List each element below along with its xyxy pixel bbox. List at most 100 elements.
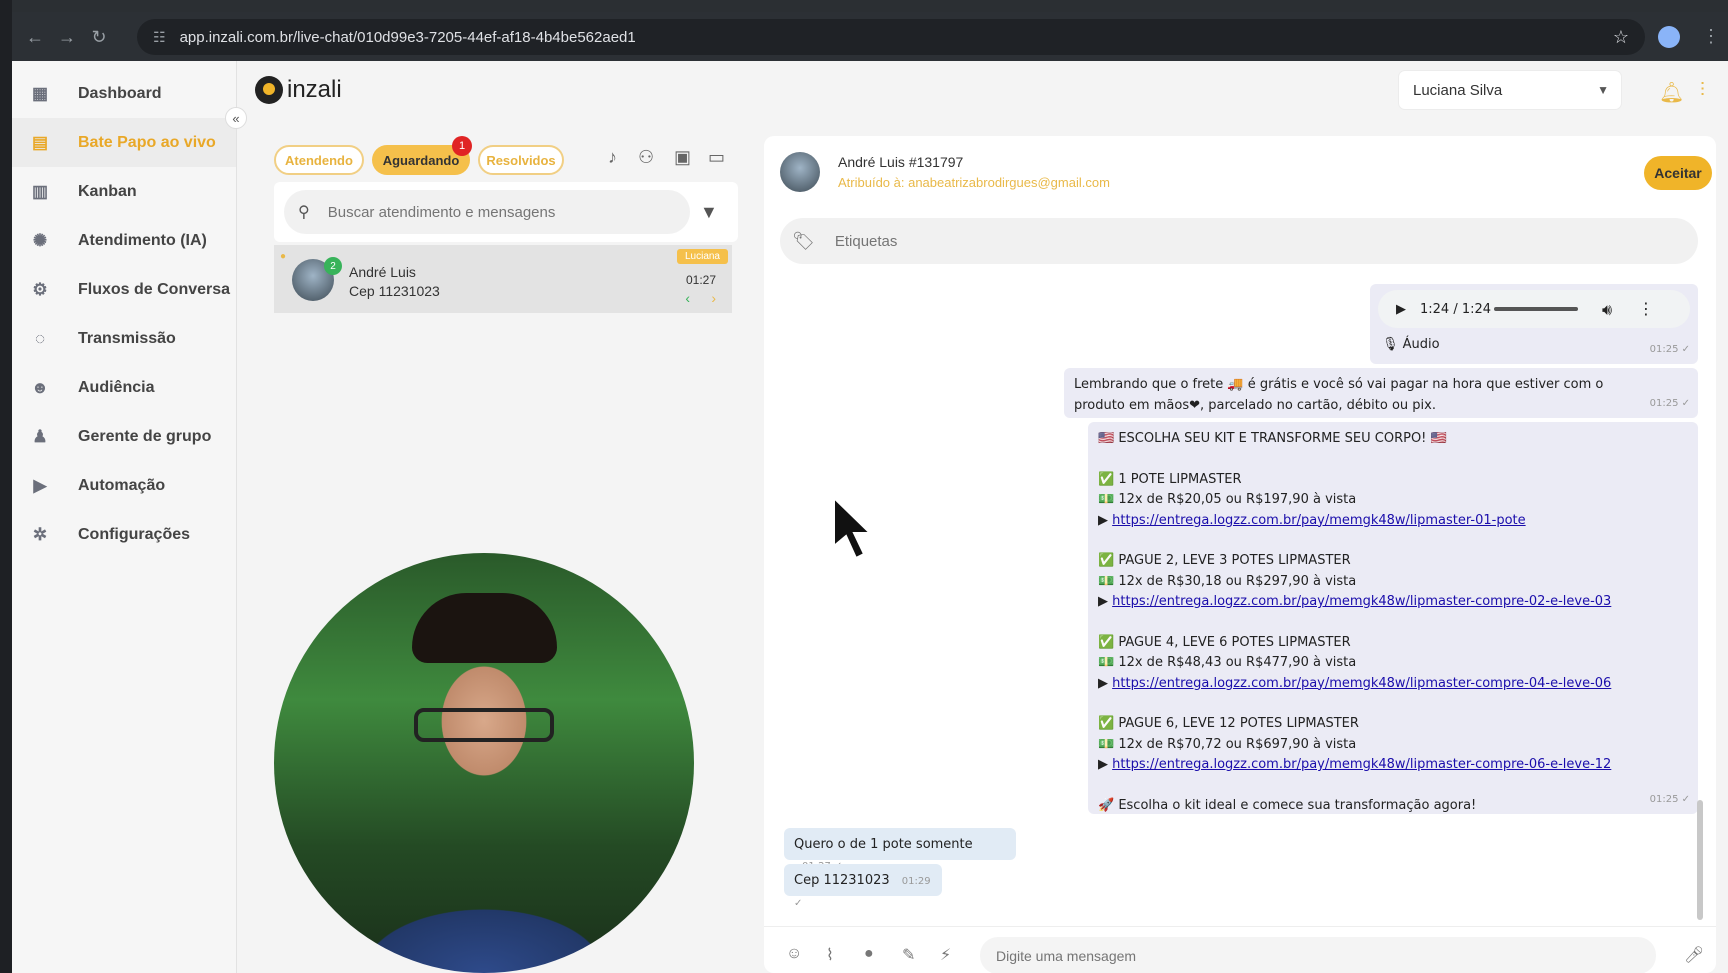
audio-player[interactable]: ▶ 1:24 / 1:24 🔊︎ ⋮ bbox=[1378, 290, 1690, 328]
chevron-right-icon[interactable]: › bbox=[711, 290, 716, 306]
message-text: Quero o de 1 pote somente bbox=[794, 837, 973, 852]
sidebar-item-label: Audiência bbox=[78, 378, 155, 396]
waiting-count-badge: 1 bbox=[452, 136, 472, 156]
sidebar-item-label: Configurações bbox=[78, 525, 191, 543]
message-bubble-incoming: Cep 11231023 01:29 ✓ bbox=[784, 864, 942, 909]
chevron-left-icon[interactable]: ‹ bbox=[685, 290, 690, 306]
message-composer: ☺ ⌇ ● ✎ ⚡︎ 🎤︎ bbox=[764, 926, 1716, 973]
add-contact-icon[interactable]: ⚇ bbox=[638, 147, 654, 168]
browser-toolbar: ← → ↻ ☷ app.inzali.com.br/live-chat/010d… bbox=[12, 12, 1728, 61]
volume-icon[interactable]: 🔊︎ bbox=[1602, 299, 1612, 320]
chat-contact-name: André Luis bbox=[349, 264, 416, 280]
message-bubble-incoming: Quero o de 1 pote somente 01:27 ✓ bbox=[784, 828, 1016, 872]
microphone-icon[interactable]: 🎤︎ bbox=[1684, 945, 1704, 965]
sidebar-item-label: Transmissão bbox=[78, 329, 176, 347]
message-text-line: produto em mãos❤, parcelado no cartão, d… bbox=[1074, 398, 1436, 413]
calendar-icon[interactable]: ▣ bbox=[674, 147, 691, 168]
message-input[interactable] bbox=[980, 937, 1656, 973]
sidebar-item-label: Kanban bbox=[78, 182, 137, 200]
sidebar-item-label: Gerente de grupo bbox=[78, 427, 212, 445]
url-text: app.inzali.com.br/live-chat/010d99e3-720… bbox=[179, 28, 636, 46]
music-note-icon[interactable]: ♪ bbox=[608, 147, 617, 168]
sidebar-item-label: Fluxos de Conversa bbox=[78, 280, 231, 298]
offer-link[interactable]: https://entrega.logzz.com.br/pay/memgk48… bbox=[1112, 757, 1611, 772]
search-input[interactable] bbox=[327, 203, 658, 221]
quick-reply-icon[interactable]: ⚡︎ bbox=[940, 945, 951, 965]
message-time: 01:25 ✓ bbox=[1649, 344, 1690, 355]
sidebar-item-group-manager[interactable]: ♟ Gerente de grupo bbox=[12, 412, 236, 461]
promo-closing: 🚀 Escolha o kit ideal e comece sua trans… bbox=[1098, 797, 1477, 813]
record-icon[interactable]: ● bbox=[864, 945, 874, 963]
tab-resolvidos[interactable]: Resolvidos bbox=[478, 145, 564, 175]
address-bar[interactable]: ☷ app.inzali.com.br/live-chat/010d99e3-7… bbox=[137, 19, 1645, 55]
chat-list-item[interactable]: ● 2 André Luis Cep 11231023 Luciana 01:2… bbox=[274, 245, 732, 313]
sidebar-item-live-chat[interactable]: ▤ Bate Papo ao vivo bbox=[12, 118, 236, 167]
back-icon[interactable]: ← bbox=[18, 20, 52, 54]
message-time: 01:25 ✓ bbox=[1649, 398, 1690, 409]
sidebar-item-broadcast[interactable]: ◌ Transmissão bbox=[12, 314, 236, 363]
offer-link[interactable]: https://entrega.logzz.com.br/pay/memgk48… bbox=[1112, 513, 1525, 528]
audio-time: 1:24 / 1:24 bbox=[1420, 301, 1492, 317]
collapse-sidebar-icon[interactable]: « bbox=[225, 107, 247, 129]
broadcast-icon: ◌ bbox=[34, 328, 46, 348]
site-settings-icon[interactable]: ☷ bbox=[153, 29, 166, 46]
audio-progress-bar[interactable] bbox=[1494, 307, 1578, 311]
sidebar-item-audience[interactable]: ☻ Audiência bbox=[12, 363, 236, 412]
accept-button[interactable]: Aceitar bbox=[1644, 156, 1712, 190]
audio-message: ▶ 1:24 / 1:24 🔊︎ ⋮ 🎙 Áudio 01:25 ✓ bbox=[1370, 284, 1698, 364]
sidebar-item-settings[interactable]: ✲ Configurações bbox=[12, 510, 236, 559]
tab-atendendo[interactable]: Atendendo bbox=[274, 145, 364, 175]
sidebar-item-flows[interactable]: ⚙ Fluxos de Conversa bbox=[12, 265, 236, 314]
message-bubble-promo: 🇺🇸 ESCOLHA SEU KIT E TRANSFORME SEU CORP… bbox=[1088, 422, 1698, 814]
user-select-value: Luciana Silva bbox=[1413, 81, 1503, 99]
offer-link-row: ▶ https://entrega.logzz.com.br/pay/memgk… bbox=[1098, 594, 1612, 609]
unread-count-badge: 2 bbox=[324, 257, 342, 275]
offer-link[interactable]: https://entrega.logzz.com.br/pay/memgk48… bbox=[1112, 676, 1611, 691]
sidebar-item-label: Bate Papo ao vivo bbox=[78, 133, 216, 151]
user-select[interactable]: Luciana Silva ▼ bbox=[1399, 71, 1621, 109]
more-options-icon[interactable]: ⋮ bbox=[1638, 298, 1654, 319]
contact-name: André Luis #131797 bbox=[838, 154, 964, 170]
mouse-cursor-icon bbox=[833, 496, 873, 560]
profile-avatar-icon[interactable] bbox=[1658, 26, 1680, 48]
message-icon[interactable]: ▭ bbox=[708, 147, 725, 168]
forward-icon[interactable]: → bbox=[50, 20, 84, 54]
play-icon[interactable]: ▶ bbox=[1396, 299, 1406, 320]
sidebar-item-automation[interactable]: ▶ Automação bbox=[12, 461, 236, 510]
sidebar: ▦ Dashboard ▤ Bate Papo ao vivo ▥ Kanban… bbox=[12, 61, 237, 973]
search-box[interactable]: ⚲ bbox=[284, 190, 690, 234]
gear-icon: ✲ bbox=[32, 524, 48, 544]
sidebar-item-label: Atendimento (IA) bbox=[78, 231, 207, 249]
sidebar-item-dashboard[interactable]: ▦ Dashboard bbox=[12, 69, 236, 118]
tags-bar[interactable]: 🏷︎ bbox=[780, 218, 1698, 264]
emoji-icon[interactable]: ☺ bbox=[786, 945, 802, 963]
tags-input[interactable] bbox=[834, 232, 1034, 250]
sidebar-item-label: Dashboard bbox=[78, 84, 162, 102]
offer-link-row: ▶ https://entrega.logzz.com.br/pay/memgk… bbox=[1098, 675, 1612, 691]
chat-scrollbar[interactable] bbox=[1697, 800, 1703, 920]
attach-icon[interactable]: ⌇ bbox=[826, 945, 834, 965]
sidebar-item-kanban[interactable]: ▥ Kanban bbox=[12, 167, 236, 216]
offer-link[interactable]: https://entrega.logzz.com.br/pay/memgk48… bbox=[1112, 594, 1611, 609]
logo-text: inzali bbox=[287, 76, 342, 103]
offer-title: ✅ 1 POTE LIPMASTER bbox=[1098, 471, 1242, 487]
chat-icon: ▤ bbox=[31, 132, 49, 152]
filter-icon[interactable]: ▼ bbox=[700, 202, 718, 223]
tag-icon: 🏷︎ bbox=[792, 230, 815, 251]
search-icon: ⚲ bbox=[298, 204, 310, 221]
sliders-icon[interactable]: ⫶ bbox=[1700, 80, 1705, 102]
assigned-to: Atribuído à: anabeatrizabrodirgues@gmail… bbox=[838, 175, 1110, 190]
offer-title: ✅ PAGUE 4, LEVE 6 POTES LIPMASTER bbox=[1098, 634, 1351, 650]
sidebar-item-ai[interactable]: ✺ Atendimento (IA) bbox=[12, 216, 236, 265]
promo-headline: 🇺🇸 ESCOLHA SEU KIT E TRANSFORME SEU CORP… bbox=[1098, 431, 1447, 446]
audience-icon: ☻ bbox=[31, 377, 49, 397]
webcam-person bbox=[412, 593, 557, 663]
bookmark-star-icon[interactable]: ☆ bbox=[1613, 27, 1629, 48]
offer-price: 💵 12x de R$20,05 ou R$197,90 à vista bbox=[1098, 492, 1357, 507]
signature-icon[interactable]: ✎ bbox=[902, 945, 915, 965]
reload-icon[interactable]: ↻ bbox=[82, 20, 116, 54]
browser-menu-icon[interactable]: ⋮ bbox=[1702, 26, 1720, 47]
bell-icon[interactable]: 🔔︎ bbox=[1659, 80, 1684, 105]
sidebar-item-label: Automação bbox=[78, 476, 166, 494]
play-icon: ▶ bbox=[33, 475, 47, 495]
